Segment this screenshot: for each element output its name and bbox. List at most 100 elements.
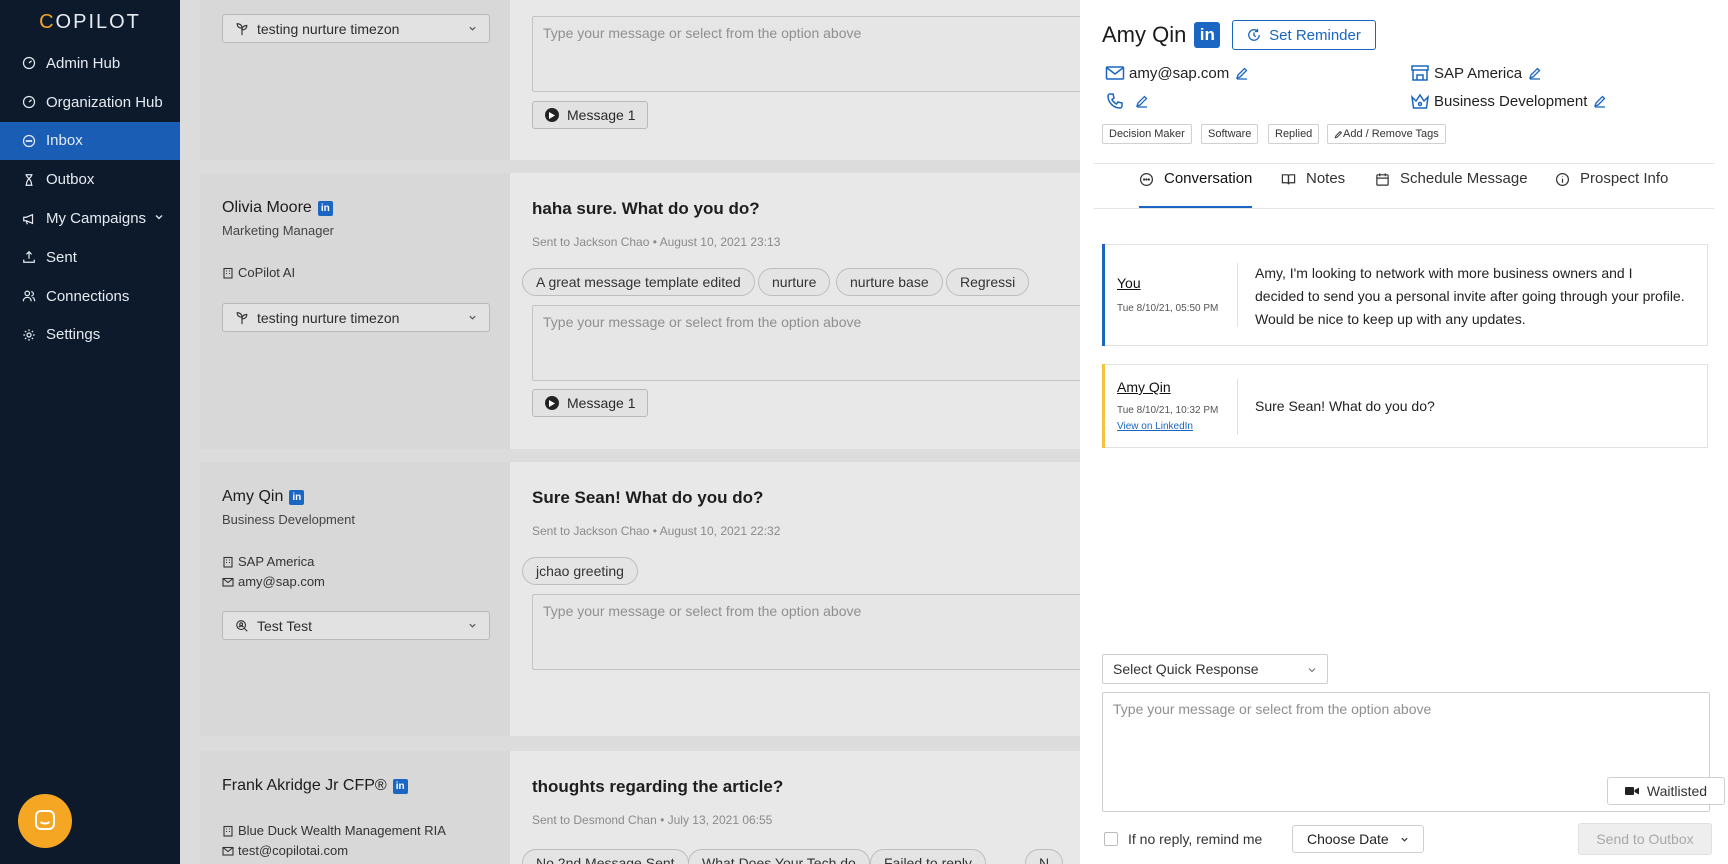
- quick-reply-chip[interactable]: A great message template edited: [522, 268, 755, 296]
- message-sender[interactable]: You: [1117, 275, 1141, 291]
- chevron-down-icon: [469, 26, 476, 31]
- reply-input[interactable]: Type your message or select from the opt…: [532, 305, 1080, 381]
- quick-reply-chip[interactable]: No 2nd Message Sent: [522, 849, 689, 864]
- quick-reply-chip[interactable]: N: [1025, 849, 1064, 864]
- sidebar-item-inbox[interactable]: Inbox: [0, 121, 180, 161]
- message-text: Amy, I'm looking to network with more bu…: [1255, 265, 1685, 327]
- tab-notes[interactable]: Notes: [1281, 170, 1345, 208]
- mail-icon: [222, 576, 234, 588]
- sidebar-item-connections[interactable]: Connections: [0, 277, 180, 316]
- view-on-linkedin-link[interactable]: View on LinkedIn: [1117, 421, 1193, 432]
- conversation-card[interactable]: Olivia Moore in Marketing Manager CoPilot…: [200, 173, 1080, 449]
- play-icon: [545, 108, 559, 122]
- edit-company-icon[interactable]: [1528, 66, 1542, 80]
- sidebar-item-organization-hub[interactable]: Organization Hub: [0, 83, 180, 122]
- gauge-icon: [22, 56, 36, 70]
- reply-input[interactable]: Type your message or select from the opt…: [532, 16, 1080, 92]
- mail-icon: [1105, 64, 1125, 82]
- campaign-dropdown[interactable]: Test Test: [222, 611, 490, 640]
- message-accent-bar: [1102, 244, 1105, 346]
- tag-replied[interactable]: Replied: [1268, 124, 1320, 144]
- conversation-card[interactable]: Frank Akridge Jr CFP® in Blue Duck Wealth…: [200, 751, 1080, 864]
- prospect-email-row: amy@sap.com: [1105, 64, 1249, 82]
- reply-input[interactable]: Type your message or select from the opt…: [532, 594, 1080, 670]
- divider: [1094, 163, 1714, 164]
- panel-prospect-name: Amy Qin in: [1102, 22, 1221, 48]
- building-icon: [222, 267, 234, 279]
- chat-icon: [1139, 172, 1154, 187]
- prospect-name[interactable]: Olivia Moore in: [222, 199, 333, 217]
- chevron-down-icon: [469, 315, 476, 320]
- search-user-icon: [235, 619, 249, 633]
- conversation-card[interactable]: testing nurture timezon Type your messag…: [200, 0, 1080, 160]
- conversation-message: You Tue 8/10/21, 05:50 PM Amy, I'm looki…: [1102, 244, 1708, 346]
- message-sender[interactable]: Amy Qin: [1117, 379, 1171, 395]
- play-icon: [545, 396, 559, 410]
- conversation-card[interactable]: Amy Qin in Business Development SAP Ameri…: [200, 462, 1080, 736]
- compose-message-input[interactable]: Type your message or select from the opt…: [1102, 692, 1725, 812]
- remind-if-no-reply[interactable]: If no reply, remind me: [1104, 831, 1262, 847]
- tag-software[interactable]: Software: [1201, 124, 1259, 144]
- message-time: Tue 8/10/21, 05:50 PM: [1117, 303, 1219, 314]
- sidebar-item-settings[interactable]: Settings: [0, 316, 180, 355]
- quick-reply-chip[interactable]: What Does Your Tech do: [688, 849, 870, 864]
- linkedin-icon[interactable]: in: [392, 778, 408, 794]
- chevron-down-icon: [155, 215, 163, 220]
- sidebar-item-outbox[interactable]: Outbox: [0, 160, 180, 199]
- choose-date-button[interactable]: Choose Date: [1292, 825, 1424, 853]
- sidebar-item-sent[interactable]: Sent: [0, 238, 180, 277]
- campaign-dropdown[interactable]: testing nurture timezon: [222, 303, 490, 332]
- linkedin-icon[interactable]: in: [289, 489, 305, 505]
- book-icon: [1281, 174, 1296, 185]
- message-accent-bar: [1102, 364, 1105, 448]
- message-time: Tue 8/10/21, 10:32 PM: [1117, 405, 1219, 416]
- tag-decision-maker[interactable]: Decision Maker: [1102, 124, 1192, 144]
- quick-reply-chip[interactable]: jchao greeting: [522, 557, 638, 585]
- edit-phone-icon[interactable]: [1135, 94, 1149, 108]
- store-icon: [1410, 64, 1430, 82]
- mail-icon: [222, 845, 234, 857]
- prospect-email: amy@sap.com: [222, 574, 325, 589]
- linkedin-icon[interactable]: in: [317, 200, 333, 216]
- upload-icon: [22, 250, 36, 264]
- prospect-company: SAP America: [222, 554, 314, 569]
- sidebar: C OPILOT Admin Hub Organization Hub Inbox…: [0, 0, 180, 864]
- message-sequence-button[interactable]: Message 1: [532, 101, 649, 129]
- prospect-name[interactable]: Frank Akridge Jr CFP® in: [222, 777, 408, 795]
- megaphone-icon: [22, 212, 36, 226]
- quick-response-select[interactable]: Select Quick Response: [1102, 654, 1328, 684]
- prospect-role: Business Development: [222, 512, 355, 527]
- sidebar-item-my-campaigns[interactable]: My Campaigns: [0, 199, 180, 238]
- add-remove-tags-button[interactable]: Add / Remove Tags: [1327, 124, 1446, 144]
- send-to-outbox-button[interactable]: Send to Outbox: [1578, 823, 1712, 855]
- linkedin-icon[interactable]: in: [1194, 22, 1221, 48]
- copilot-logo[interactable]: C OPILOT: [0, 0, 180, 44]
- remind-checkbox[interactable]: [1104, 832, 1118, 846]
- prospect-name[interactable]: Amy Qin in: [222, 488, 305, 506]
- inbox-list: testing nurture timezon Type your messag…: [180, 0, 1080, 864]
- quick-reply-chip[interactable]: Regressi: [946, 268, 1030, 296]
- prospect-phone-row: [1105, 92, 1149, 110]
- sidebar-item-admin-hub[interactable]: Admin Hub: [0, 44, 180, 83]
- set-reminder-button[interactable]: Set Reminder: [1232, 20, 1376, 50]
- message-sequence-button[interactable]: Message 1: [532, 389, 649, 417]
- building-icon: [222, 556, 234, 568]
- tab-prospect-info[interactable]: Prospect Info: [1555, 170, 1668, 208]
- quick-reply-chip[interactable]: nurture base: [836, 268, 943, 296]
- tab-conversation[interactable]: Conversation: [1139, 170, 1253, 208]
- quick-reply-chip[interactable]: Failed to reply: [870, 849, 986, 864]
- pencil-icon: [1334, 130, 1343, 138]
- hourglass-icon: [22, 173, 36, 187]
- chat-icon: [35, 810, 55, 830]
- calendar-icon: [1376, 173, 1389, 186]
- support-chat-button[interactable]: [18, 794, 72, 848]
- quick-reply-chip[interactable]: nurture: [758, 268, 831, 296]
- edit-email-icon[interactable]: [1235, 66, 1249, 80]
- waitlisted-video-button[interactable]: Waitlisted: [1607, 777, 1725, 805]
- chevron-down-icon: [1308, 668, 1316, 673]
- prospect-email: test@copilotai.com: [222, 843, 348, 858]
- campaign-dropdown[interactable]: testing nurture timezon: [222, 14, 490, 43]
- prospect-role: Marketing Manager: [222, 223, 334, 238]
- tab-schedule-message[interactable]: Schedule Message: [1375, 170, 1528, 208]
- edit-department-icon[interactable]: [1593, 94, 1607, 108]
